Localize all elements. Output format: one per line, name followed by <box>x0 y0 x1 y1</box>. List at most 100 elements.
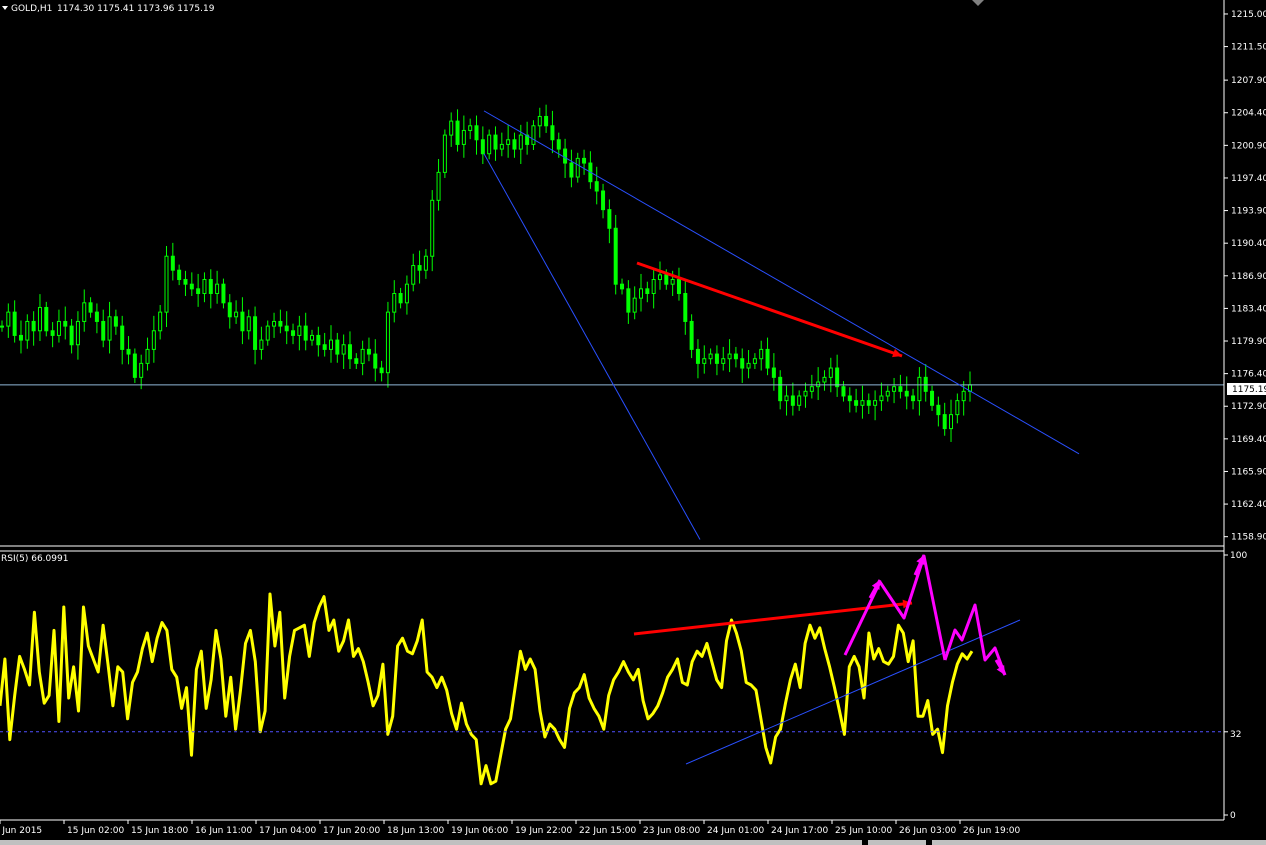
candle-body <box>354 358 359 364</box>
time-tick-label: 17 Jun 20:00 <box>323 826 380 836</box>
candle-body <box>721 358 726 364</box>
candle-body <box>898 386 903 392</box>
candle-body <box>607 209 612 229</box>
chart-canvas: 1215.00 1211.50 1207.90 1204.40 1200.90 1197.… <box>0 0 1266 845</box>
price-tick-label: 1162.40 <box>1231 500 1266 510</box>
time-tick-label: 26 Jun 03:00 <box>899 826 956 836</box>
candle-body <box>221 283 226 304</box>
candle-body <box>904 390 909 397</box>
candle-body <box>790 395 795 406</box>
candle-body <box>961 390 966 402</box>
candle-body <box>594 181 599 192</box>
candle-body <box>645 288 650 294</box>
candle-body <box>170 255 175 271</box>
candle-body <box>847 395 852 402</box>
candle-body <box>499 143 504 150</box>
candle-body <box>797 395 802 406</box>
candle-body <box>455 120 460 145</box>
candle-body <box>139 362 144 378</box>
candle-body <box>537 115 542 127</box>
rsi-indicator-label: RSI(5) 66.0991 <box>1 554 68 564</box>
price-tick-label: 1211.50 <box>1231 43 1266 53</box>
candle-body <box>164 255 169 313</box>
time-tick-label: 19 Jun 06:00 <box>451 826 508 836</box>
candle-body <box>215 283 220 294</box>
candle-body <box>803 390 808 397</box>
rsi-level-0: 0 <box>1230 811 1236 821</box>
candle-body <box>208 279 213 294</box>
price-tick-label: 1197.40 <box>1231 174 1266 184</box>
candle-body <box>556 139 561 150</box>
time-tick-label: 15 Jun 02:00 <box>67 826 124 836</box>
candle-body <box>727 353 732 360</box>
price-tick-label: 1169.40 <box>1231 435 1266 445</box>
candle-body <box>676 279 681 294</box>
candle-body <box>822 376 827 383</box>
price-tick-label: 1176.40 <box>1231 370 1266 380</box>
candle-body <box>664 274 669 285</box>
candle-body <box>892 386 897 392</box>
candle-body <box>278 320 283 327</box>
candle-body <box>411 265 416 285</box>
candle-body <box>639 288 644 299</box>
candle-body <box>816 381 821 388</box>
candle-body <box>740 358 745 369</box>
symbol-label: GOLD,H1 <box>11 4 52 14</box>
candle-body <box>151 330 156 350</box>
price-tick-label: 1158.90 <box>1231 533 1266 543</box>
candle-body <box>828 367 833 378</box>
candle-body <box>670 279 675 285</box>
candle-body <box>809 386 814 392</box>
candle-body <box>385 311 390 374</box>
candle-body <box>183 279 188 285</box>
candle-body <box>487 134 492 155</box>
bottom-scrollbar[interactable] <box>0 840 1266 845</box>
time-tick-label: 16 Jun 11:00 <box>195 826 252 836</box>
candle-body <box>436 171 441 201</box>
candle-body <box>752 358 757 364</box>
candle-body <box>468 125 473 131</box>
candle-body <box>917 376 922 402</box>
candle-body <box>75 320 80 346</box>
candle-body <box>202 279 207 294</box>
candle-body <box>442 134 447 173</box>
candle-body <box>493 134 498 150</box>
candle-body <box>392 292 397 313</box>
price-tick-label: 1200.90 <box>1231 141 1266 151</box>
candle-body <box>601 190 606 211</box>
candle-body <box>132 353 137 378</box>
candle-body <box>784 395 789 402</box>
candle-body <box>854 400 859 406</box>
candle-body <box>518 134 523 150</box>
candle-body <box>31 320 36 332</box>
candle-body <box>0 325 4 328</box>
candle-body <box>145 348 150 364</box>
candle-body <box>189 283 194 290</box>
price-tick-label: 1204.40 <box>1231 109 1266 119</box>
candle-body <box>316 334 321 346</box>
rsi-level-100: 100 <box>1230 551 1247 561</box>
candle-body <box>474 125 479 141</box>
candle-body <box>506 139 511 145</box>
candle-body <box>651 279 656 294</box>
price-tick-label: 1186.90 <box>1231 272 1266 282</box>
candle-body <box>113 316 118 327</box>
candle-body <box>284 325 289 332</box>
time-tick-label: 15 Jun 18:00 <box>131 826 188 836</box>
candle-body <box>841 386 846 397</box>
candle-body <box>885 390 890 397</box>
candle-body <box>550 125 555 141</box>
price-tick-label: 1215.00 <box>1231 10 1266 20</box>
candle-body <box>702 358 707 364</box>
candle-body <box>911 395 916 402</box>
candle-body <box>259 339 264 350</box>
candle-body <box>835 367 840 388</box>
candle-body <box>778 376 783 402</box>
candle-body <box>88 302 93 313</box>
time-tick-label: 19 Jun 22:00 <box>515 826 572 836</box>
time-tick-label: 17 Jun 04:00 <box>259 826 316 836</box>
candle-body <box>18 334 23 341</box>
scrollbar-gap <box>926 840 932 845</box>
candle-body <box>120 325 125 350</box>
candle-body <box>417 265 422 271</box>
